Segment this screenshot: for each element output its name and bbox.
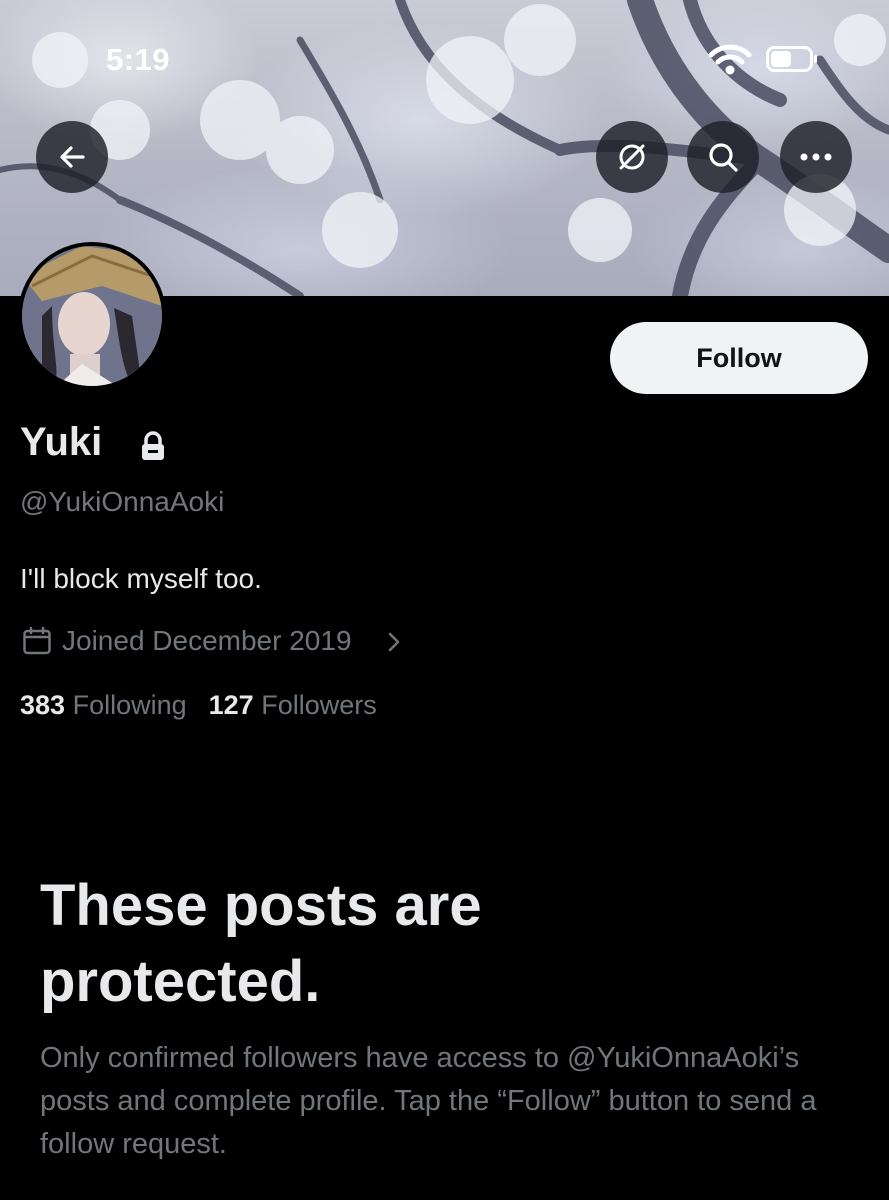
followers-stat[interactable]: 127 Followers bbox=[209, 690, 377, 720]
protected-posts-description: Only confirmed followers have access to … bbox=[40, 1042, 817, 1160]
joined-date[interactable]: Joined December 2019 bbox=[62, 625, 352, 657]
mute-button[interactable] bbox=[596, 121, 668, 193]
avatar[interactable] bbox=[18, 242, 166, 390]
search-icon bbox=[709, 143, 738, 172]
arrow-left-icon bbox=[60, 146, 85, 168]
profile-stats: 383 Following 127 Followers bbox=[20, 690, 377, 721]
avatar-portrait-illustration bbox=[22, 246, 162, 386]
followers-count: 127 bbox=[208, 690, 254, 720]
more-dots-icon bbox=[800, 153, 832, 161]
slashed-circle-icon bbox=[619, 144, 645, 170]
lock-icon bbox=[142, 431, 164, 460]
more-options-button[interactable] bbox=[780, 121, 852, 193]
calendar-icon bbox=[23, 626, 51, 655]
chevron-right-icon[interactable] bbox=[386, 631, 402, 653]
back-button[interactable] bbox=[36, 121, 108, 193]
avatar-image bbox=[22, 246, 162, 386]
following-count: 383 bbox=[20, 690, 66, 720]
profile-handle: @YukiOnnaAoki bbox=[20, 486, 225, 517]
profile-bio: I'll block myself too. bbox=[20, 563, 262, 594]
wifi-icon bbox=[708, 44, 752, 75]
following-stat[interactable]: 383 Following bbox=[20, 690, 187, 720]
following-label: Following bbox=[72, 690, 187, 720]
protected-posts-title: These posts are protected. bbox=[40, 873, 482, 1014]
follow-button[interactable]: Follow bbox=[610, 322, 868, 394]
battery-icon bbox=[766, 46, 817, 72]
followers-label: Followers bbox=[261, 690, 377, 720]
search-button[interactable] bbox=[687, 121, 759, 193]
status-bar-time: 5:19 bbox=[106, 42, 171, 77]
display-name: Yuki bbox=[20, 420, 103, 464]
